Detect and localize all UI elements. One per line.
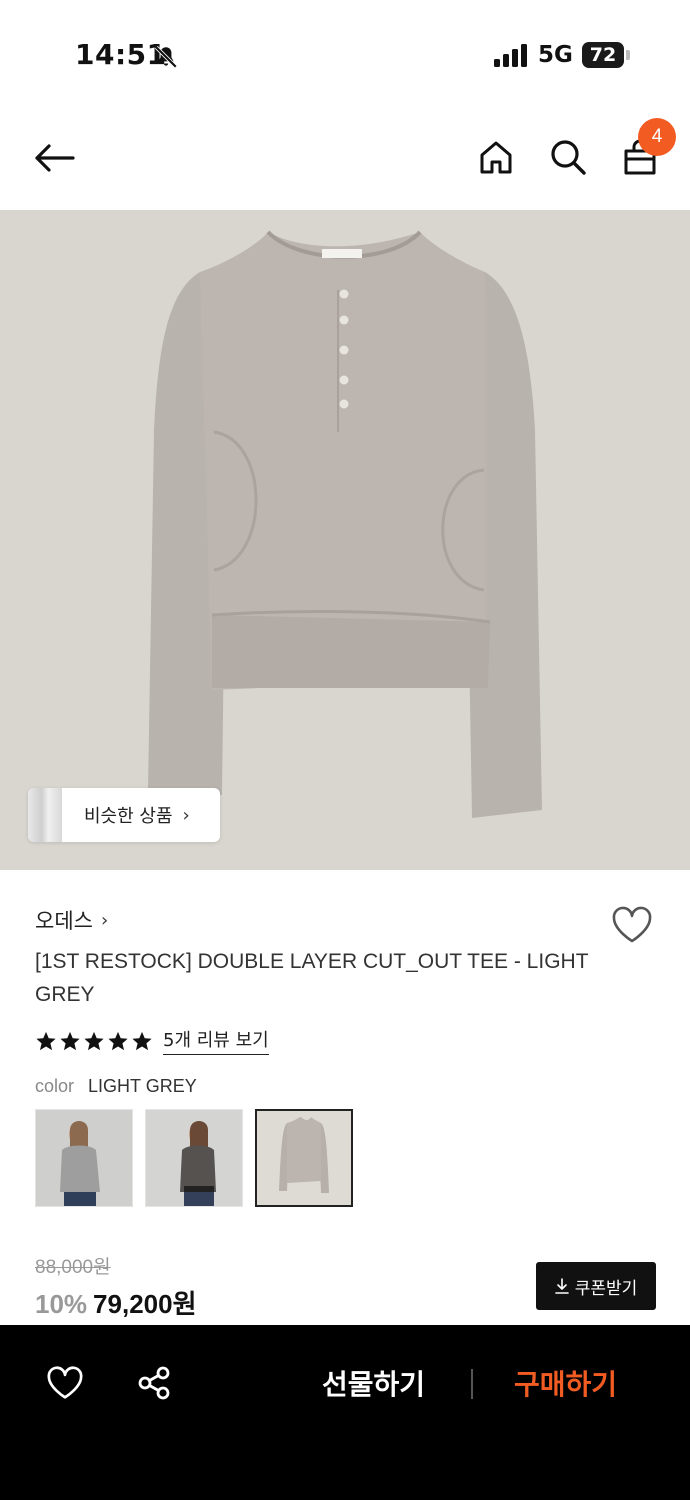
brand-link[interactable]: 오데스 ›	[35, 905, 108, 935]
original-price: 88,000원	[35, 1257, 111, 1278]
battery-level: 72	[589, 44, 617, 66]
wishlist-button[interactable]	[610, 904, 654, 946]
product-photo	[148, 230, 542, 818]
chevron-right-icon: ›	[182, 804, 190, 826]
swatch-model-charcoal[interactable]	[145, 1109, 243, 1207]
bell-muted-icon	[154, 45, 178, 69]
star-icon	[108, 1031, 128, 1050]
battery-tip	[626, 50, 630, 60]
rating-stars	[35, 1030, 153, 1052]
search-icon	[551, 140, 586, 175]
similar-products-button[interactable]: 비슷한 상품 ›	[28, 788, 220, 842]
heart-icon	[612, 906, 652, 943]
back-arrow-icon	[35, 144, 75, 172]
star-icon	[36, 1031, 56, 1050]
swatch-flat-light-grey[interactable]	[255, 1109, 353, 1207]
color-value: LIGHT GREY	[88, 1076, 197, 1096]
chevron-right-icon: ›	[100, 909, 109, 931]
brand-name: 오데스	[35, 909, 93, 933]
model-light-grey-thumbnail	[60, 1121, 100, 1206]
divider	[471, 1369, 473, 1399]
star-icon	[60, 1031, 80, 1050]
similar-products-label: 비슷한 상품	[84, 806, 173, 827]
color-row: color LIGHT GREY	[35, 1076, 197, 1097]
network-type: 5G	[538, 42, 573, 68]
download-icon	[554, 1278, 569, 1294]
home-button[interactable]	[474, 134, 518, 180]
cart-count-badge: 4	[638, 118, 676, 156]
swatch-model-light-grey[interactable]	[35, 1109, 133, 1207]
reviews-link[interactable]: 5개 리뷰 보기	[163, 1026, 269, 1055]
share-button[interactable]	[134, 1363, 174, 1403]
bottom-action-bar: 선물하기 구매하기	[0, 1325, 690, 1500]
similar-product-thumbnail	[28, 788, 62, 842]
top-nav	[0, 110, 690, 210]
heart-icon	[47, 1366, 83, 1399]
star-icon	[132, 1031, 152, 1050]
discount-rate: 10%	[35, 1289, 88, 1319]
color-swatches	[35, 1109, 353, 1207]
gift-button[interactable]: 선물하기	[322, 1363, 425, 1403]
buy-button[interactable]: 구매하기	[514, 1363, 617, 1403]
status-bar: 14:51 5G 72	[0, 0, 690, 110]
coupon-button[interactable]: 쿠폰받기	[536, 1262, 656, 1310]
flat-light-grey-thumbnail	[279, 1117, 329, 1193]
product-image[interactable]	[0, 210, 690, 870]
star-icon	[84, 1031, 104, 1050]
price-row: 10% 79,200원	[35, 1284, 197, 1321]
share-icon	[138, 1366, 170, 1400]
sale-price: 79,200원	[93, 1289, 197, 1319]
color-label: color	[35, 1076, 75, 1096]
battery-icon: 72	[582, 42, 624, 68]
model-charcoal-thumbnail	[180, 1121, 216, 1206]
back-button[interactable]	[28, 135, 80, 181]
home-icon	[480, 141, 512, 174]
rating-row: 5개 리뷰 보기	[35, 1026, 269, 1055]
coupon-label: 쿠폰받기	[574, 1278, 638, 1299]
product-title: [1ST RESTOCK] DOUBLE LAYER CUT_OUT TEE -…	[35, 950, 589, 1006]
bottom-wishlist-button[interactable]	[44, 1363, 86, 1403]
signal-icon	[494, 44, 527, 67]
search-button[interactable]	[546, 134, 590, 180]
